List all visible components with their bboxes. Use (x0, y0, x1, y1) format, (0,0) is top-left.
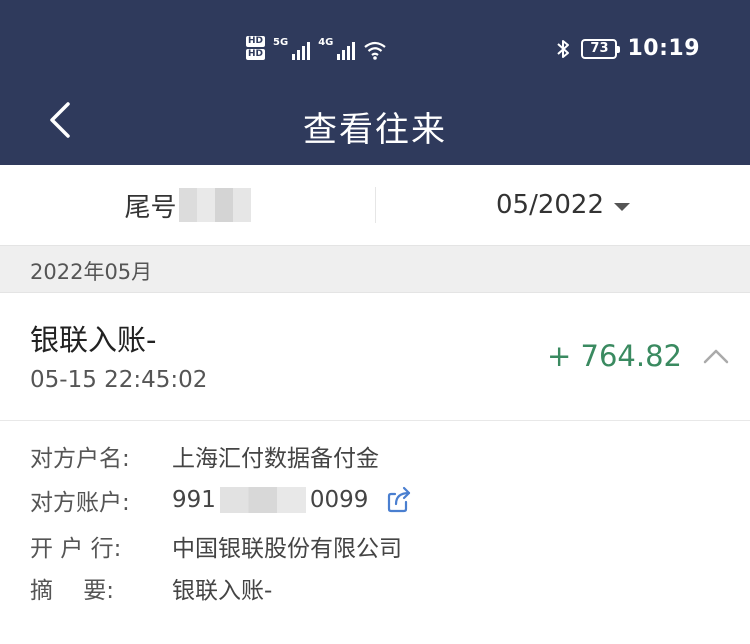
caret-down-icon (614, 203, 630, 211)
transaction-details: 对方户名: 上海汇付数据备付金 对方账户: 991 0099 开 户 行: 中国… (0, 421, 750, 644)
bluetooth-icon (557, 39, 570, 58)
share-icon[interactable] (384, 485, 414, 515)
date-filter-value: 05/2022 (495, 190, 604, 220)
memo-label: 摘 要: (30, 578, 115, 604)
network-5g-label: 5G (273, 37, 289, 48)
counterparty-name-value: 上海汇付数据备付金 (172, 446, 379, 472)
detail-row-bank: 开 户 行: 中国银联股份有限公司 (30, 529, 402, 563)
transaction-amount: + 764.82 (547, 339, 682, 373)
status-time: 10:19 (627, 36, 700, 61)
counterparty-account-label: 对方账户: (30, 490, 130, 516)
account-prefix: 991 (172, 487, 216, 513)
month-section-header: 2022年05月 (0, 245, 750, 293)
account-suffix: 0099 (309, 487, 369, 513)
chevron-up-icon[interactable] (702, 345, 730, 367)
signal-icon (337, 40, 356, 60)
month-label: 2022年05月 (30, 260, 153, 284)
tail-number-label: 尾号 (124, 192, 177, 223)
transaction-time: 05-15 22:45:02 (30, 367, 208, 393)
memo-value: 银联入账- (172, 578, 273, 604)
wifi-icon (364, 41, 387, 60)
network-indicators: HD HD 5G 4G (246, 36, 387, 60)
hd-top-label: HD (246, 36, 266, 47)
network-4g-label: 4G (318, 37, 334, 48)
app-header: HD HD 5G 4G 73 10:19 查看往来 (0, 0, 750, 165)
status-right: 73 10:19 (555, 36, 700, 61)
account-tail-filter[interactable]: 尾号 (0, 165, 375, 245)
counterparty-name-label: 对方户名: (30, 446, 130, 472)
transaction-item[interactable]: 银联入账- 05-15 22:45:02 + 764.82 (0, 293, 750, 421)
bank-value: 中国银联股份有限公司 (172, 536, 402, 562)
masked-account-digits (219, 487, 306, 513)
page-title: 查看往来 (303, 110, 447, 150)
signal-icon (292, 40, 311, 60)
filter-bar: 尾号 05/2022 (0, 165, 750, 245)
battery-icon: 73 (581, 38, 621, 59)
date-filter-dropdown[interactable]: 05/2022 (376, 165, 750, 245)
status-bar: HD HD 5G 4G 73 10:19 (0, 0, 750, 100)
masked-tail-number (178, 188, 251, 222)
detail-row-memo: 摘 要: 银联入账- (30, 571, 272, 605)
hd-bottom-label: HD (246, 49, 266, 60)
battery-level: 73 (590, 41, 609, 56)
nav-bar: 查看往来 (0, 90, 750, 160)
transaction-title: 银联入账- (30, 323, 157, 357)
hd-indicator: HD HD (246, 36, 266, 60)
bank-label: 开 户 行: (30, 536, 122, 562)
detail-row-name: 对方户名: 上海汇付数据备付金 (30, 439, 379, 473)
detail-row-account: 对方账户: 991 0099 (30, 483, 414, 517)
